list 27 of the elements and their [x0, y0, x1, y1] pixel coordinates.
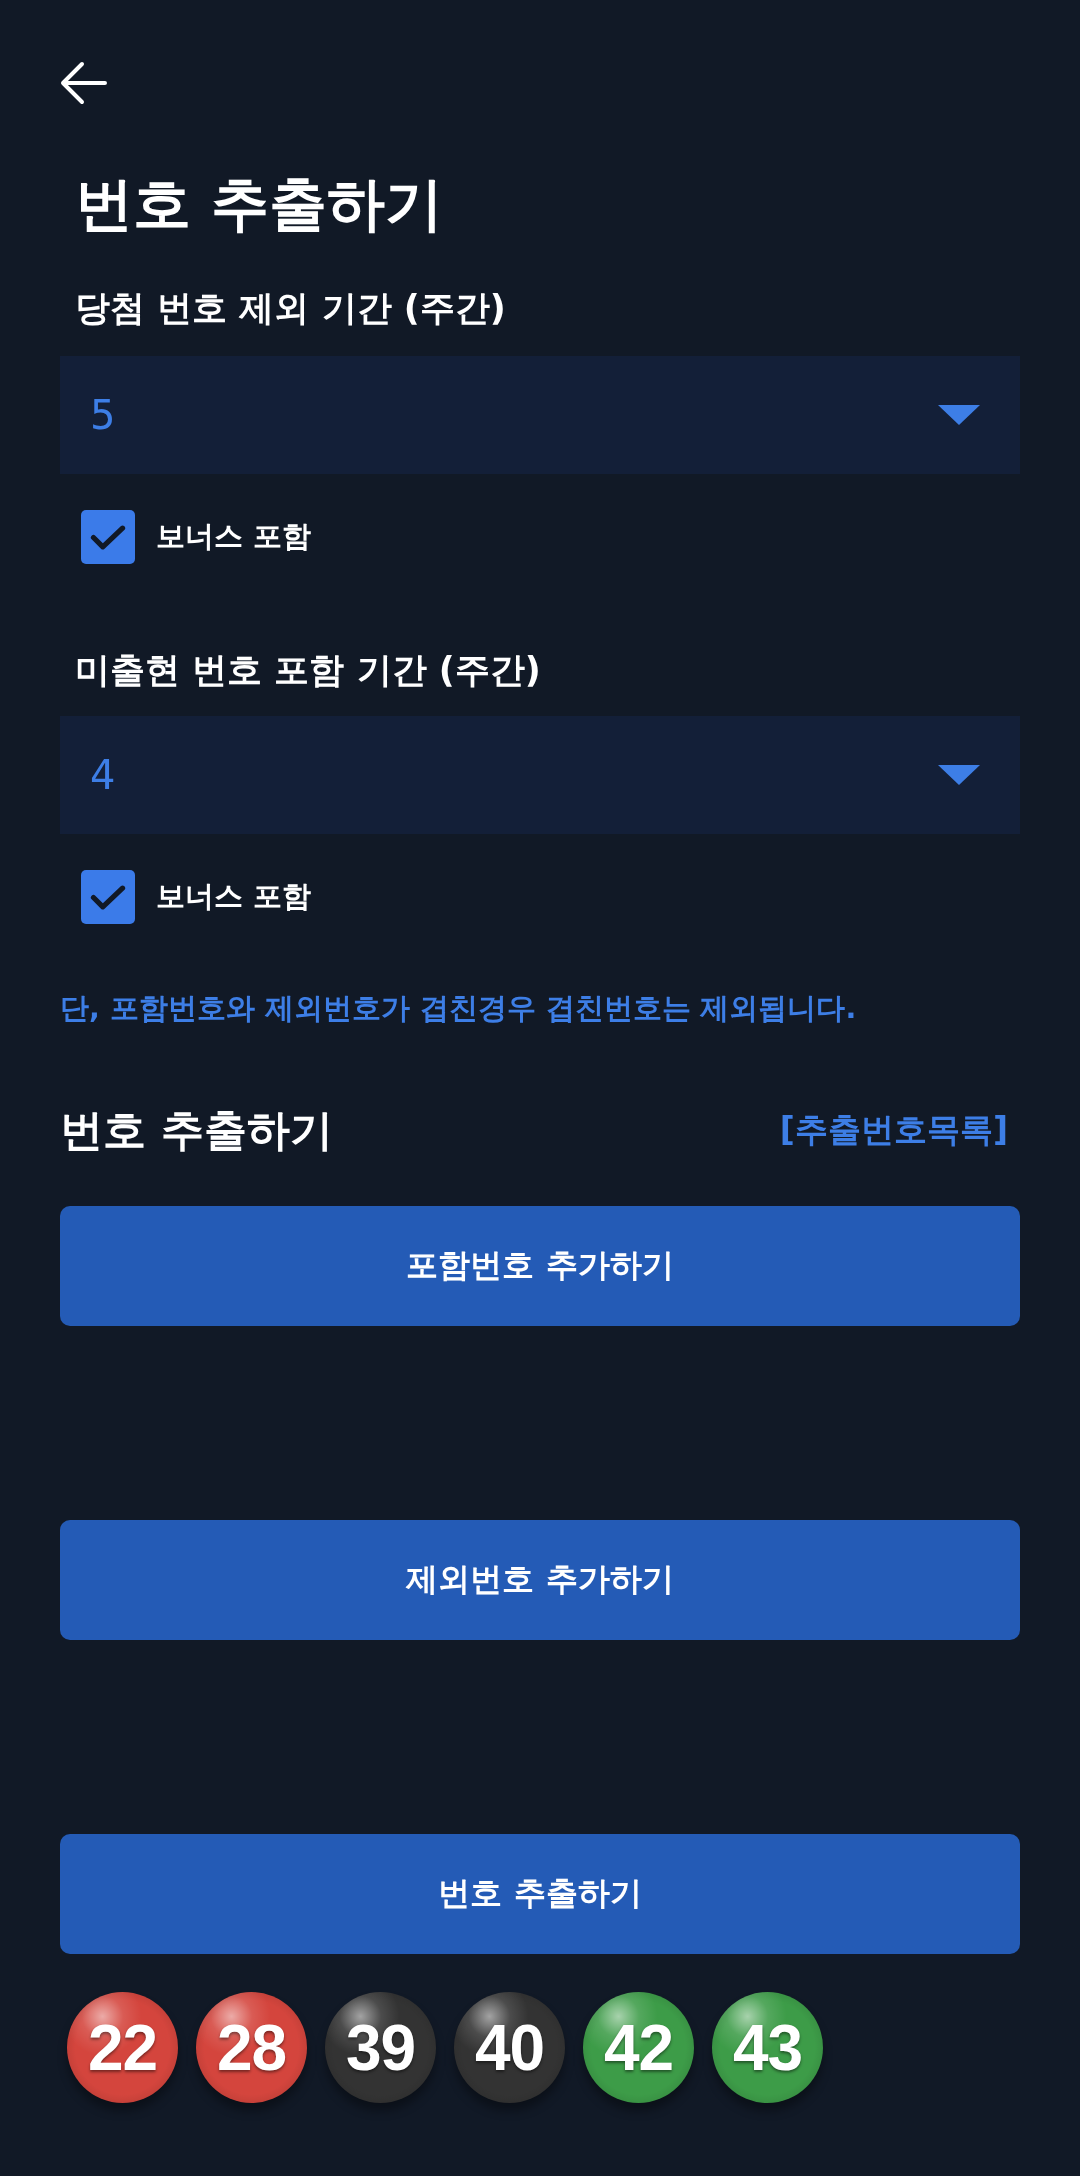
- checkbox[interactable]: [81, 510, 135, 564]
- back-button[interactable]: [59, 59, 107, 107]
- dropdown[interactable]: 5: [60, 356, 1020, 474]
- back-arrow-icon: [59, 59, 107, 107]
- caret-down-icon: [938, 405, 980, 425]
- section-title: 번호 추출하기: [60, 1104, 333, 1157]
- checkmark-icon: [90, 523, 126, 551]
- checkbox-label: 보너스 포함: [156, 518, 312, 555]
- lotto-ball: 43: [712, 1992, 823, 2103]
- action-button[interactable]: 제외번호 추가하기: [60, 1520, 1020, 1640]
- field-label: 미출현 번호 포함 기간 (주간): [75, 649, 541, 692]
- lotto-ball: 39: [325, 1992, 436, 2103]
- checkmark-icon: [90, 883, 126, 911]
- lotto-ball: 22: [67, 1992, 178, 2103]
- page-title: 번호 추출하기: [75, 169, 444, 239]
- caret-down-icon: [938, 765, 980, 785]
- checkbox[interactable]: [81, 870, 135, 924]
- note-text: 단, 포함번호와 제외번호가 겹친경우 겹친번호는 제외됩니다.: [60, 991, 858, 1027]
- checkbox-label: 보너스 포함: [156, 878, 312, 915]
- history-link[interactable]: [추출번호목록]: [779, 1107, 1008, 1153]
- action-button[interactable]: 번호 추출하기: [60, 1834, 1020, 1954]
- lotto-ball: 40: [454, 1992, 565, 2103]
- lotto-ball: 28: [196, 1992, 307, 2103]
- dropdown[interactable]: 4: [60, 716, 1020, 834]
- lotto-ball: 42: [583, 1992, 694, 2103]
- action-button[interactable]: 포함번호 추가하기: [60, 1206, 1020, 1326]
- field-label: 당첨 번호 제외 기간 (주간): [75, 287, 506, 330]
